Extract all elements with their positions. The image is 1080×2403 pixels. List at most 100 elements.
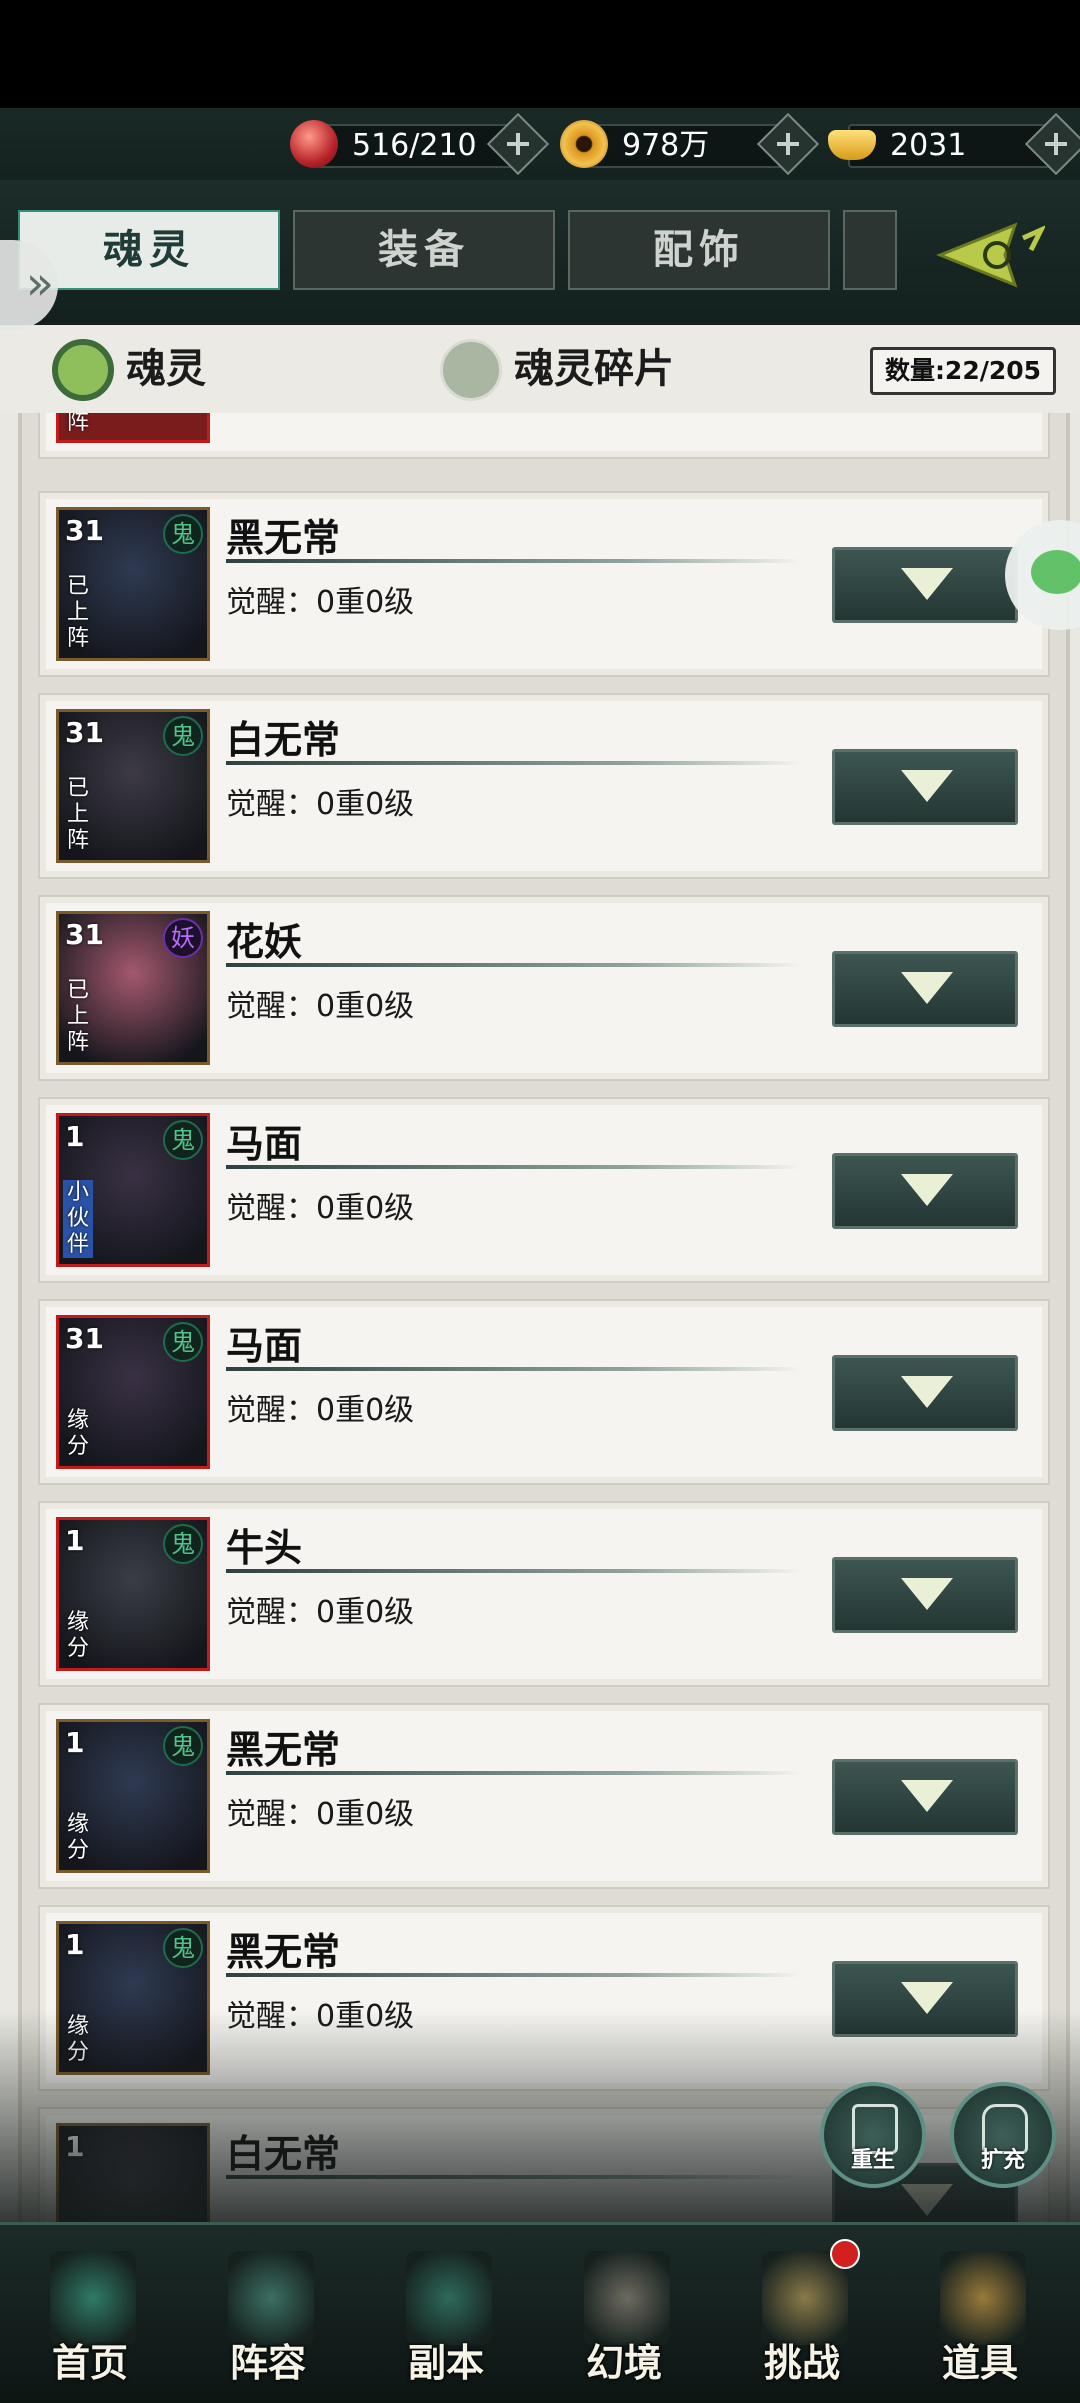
name-underline [226, 761, 801, 765]
soul-card[interactable]: 1 鬼缘分 牛头觉醒：0重0级 [38, 1501, 1050, 1687]
soul-type-badge: 妖 [163, 918, 203, 958]
nav-item[interactable]: 副本 [366, 2237, 526, 2403]
expand-label: 扩充 [980, 2148, 1025, 2173]
inventory-count: 数量:22/205 [870, 347, 1056, 395]
soul-card[interactable]: 31 鬼缘分 马面觉醒：0重0级 [38, 1299, 1050, 1485]
soul-level: 1 [65, 1120, 85, 1153]
awaken-status: 觉醒：0重0级 [226, 1797, 415, 1832]
category-tabs: 魂灵 装备 配饰 [0, 180, 1080, 325]
name-underline [226, 1569, 801, 1573]
soul-type-badge: 鬼 [163, 1524, 203, 1564]
soul-card[interactable]: 31 妖已上阵 花妖觉醒：0重0级 [38, 895, 1050, 1081]
name-underline [226, 559, 801, 563]
expand-dropdown-button[interactable] [832, 951, 1018, 1027]
expand-dropdown-button[interactable] [832, 1355, 1018, 1431]
soul-portrait: 31 鬼缘分 [56, 1315, 210, 1469]
nav-item[interactable]: 挑战 [722, 2237, 882, 2403]
awaken-status: 觉醒：0重0级 [226, 1595, 415, 1630]
soul-type-badge: 鬼 [163, 514, 203, 554]
nav-item[interactable]: 阵容 [188, 2237, 348, 2403]
awaken-status: 觉醒：0重0级 [226, 585, 415, 620]
soul-name: 黑无常 [226, 1728, 341, 1772]
resource-stamina: 516/210 [290, 112, 550, 176]
soul-card[interactable]: 1 鬼小伙伴 马面 觉醒：0重0级 [38, 1097, 1050, 1283]
soul-level: 31 [65, 1322, 104, 1355]
soul-list[interactable]: 阵 31 鬼已上阵 黑无常 觉醒：0重0级 31 鬼已上阵 白无常 觉醒：0重0级 31 妖已上阵… [18, 413, 1070, 2223]
red-orb-icon [290, 120, 338, 168]
soul-level: 1 [65, 1928, 85, 1961]
soul-portrait: 1 鬼小伙伴 [56, 1113, 210, 1267]
filter-label: 魂灵碎片 [514, 346, 674, 392]
soul-name: 黑无常 [226, 516, 341, 560]
name-underline [226, 1771, 801, 1775]
nav-label: 副本 [407, 2341, 484, 2385]
name-underline [226, 1367, 801, 1371]
tab-more[interactable] [843, 210, 897, 290]
nav-item[interactable]: 首页 [10, 2237, 170, 2403]
tab-accessory[interactable]: 配饰 [568, 210, 830, 290]
name-underline [226, 963, 801, 967]
soul-name: 黑无常 [226, 1930, 341, 1974]
list-item-partial[interactable]: 阵 [38, 413, 1050, 459]
soul-level: 31 [65, 918, 104, 951]
nav-item[interactable]: 幻境 [544, 2237, 704, 2403]
dungeon-sword-icon [406, 2251, 492, 2345]
soul-type-badge: 鬼 [163, 716, 203, 756]
expand-dropdown-button[interactable] [832, 1153, 1018, 1229]
crossed-swords-icon [584, 2251, 670, 2345]
status-bar [0, 0, 1080, 108]
soul-name: 白无常 [226, 718, 341, 762]
soul-portrait: 1 鬼缘分 [56, 1517, 210, 1671]
soul-name: 马面 [226, 1324, 303, 1368]
rebirth-button[interactable]: 重生 [820, 2082, 926, 2188]
lineup-books-icon [228, 2251, 314, 2345]
tab-equipment[interactable]: 装备 [293, 210, 555, 290]
status-tag: 缘分 [66, 1812, 89, 1863]
status-tag: 已上阵 [66, 776, 89, 853]
soul-card[interactable]: 31 鬼已上阵 白无常 觉醒：0重0级 [38, 693, 1050, 879]
expand-dropdown-button[interactable] [832, 1557, 1018, 1633]
awaken-status: 觉醒：0重0级 [226, 787, 415, 822]
expand-dropdown-button[interactable] [832, 749, 1018, 825]
expand-button[interactable]: 扩充 [950, 2082, 1056, 2188]
expand-dropdown-button[interactable] [832, 1759, 1018, 1835]
status-tag: 缘分 [66, 1408, 89, 1459]
radio-unselected-icon [440, 339, 502, 401]
resource-bar: 516/210 978万 2031 [0, 108, 1080, 180]
soul-portrait: 1 鬼缘分 [56, 1719, 210, 1873]
expand-dropdown-button[interactable] [832, 547, 1018, 623]
soul-name: 花妖 [226, 920, 303, 964]
awaken-status: 觉醒：0重0级 [226, 1393, 415, 1428]
soul-card[interactable]: 31 鬼已上阵 黑无常觉醒：0重0级 [38, 491, 1050, 677]
nav-label: 挑战 [763, 2341, 840, 2385]
status-tag: 已上阵 [66, 978, 89, 1055]
soul-level: 1 [65, 1524, 85, 1557]
nav-label: 首页 [51, 2341, 128, 2385]
resource-coins: 978万 [560, 112, 820, 176]
chat-icon [1031, 550, 1080, 594]
soul-level: 31 [65, 514, 104, 547]
bottom-nav: 首页 阵容 副本 幻境 挑战 道具 [0, 2222, 1080, 2403]
status-tag: 缘分 [66, 1610, 89, 1661]
soul-name: 牛头 [226, 1526, 303, 1570]
soul-portrait: 阵 [56, 413, 210, 443]
name-underline [226, 1973, 801, 1977]
resource-ingots: 2031 [828, 112, 1080, 176]
emblem-icon[interactable] [935, 220, 1045, 290]
soul-portrait: 31 鬼已上阵 [56, 709, 210, 863]
soul-name: 马面 [226, 1122, 303, 1166]
nav-label: 幻境 [585, 2341, 662, 2385]
nav-label: 阵容 [229, 2341, 306, 2385]
filter-bar: 魂灵 魂灵碎片 数量:22/205 [0, 325, 1080, 413]
nav-item[interactable]: 道具 [900, 2237, 1060, 2403]
soul-type-badge: 鬼 [163, 1120, 203, 1160]
awaken-status: 觉醒：0重0级 [226, 989, 415, 1024]
status-tag: 已上阵 [66, 574, 89, 651]
status-tag: 小伙伴 [63, 1180, 93, 1258]
nav-label: 道具 [941, 2341, 1018, 2385]
home-palace-icon [50, 2251, 136, 2345]
soul-card[interactable]: 1 鬼缘分 黑无常觉醒：0重0级 [38, 1703, 1050, 1889]
item-bag-icon [940, 2251, 1026, 2345]
rebirth-label: 重生 [850, 2148, 895, 2173]
name-underline [226, 1165, 801, 1169]
